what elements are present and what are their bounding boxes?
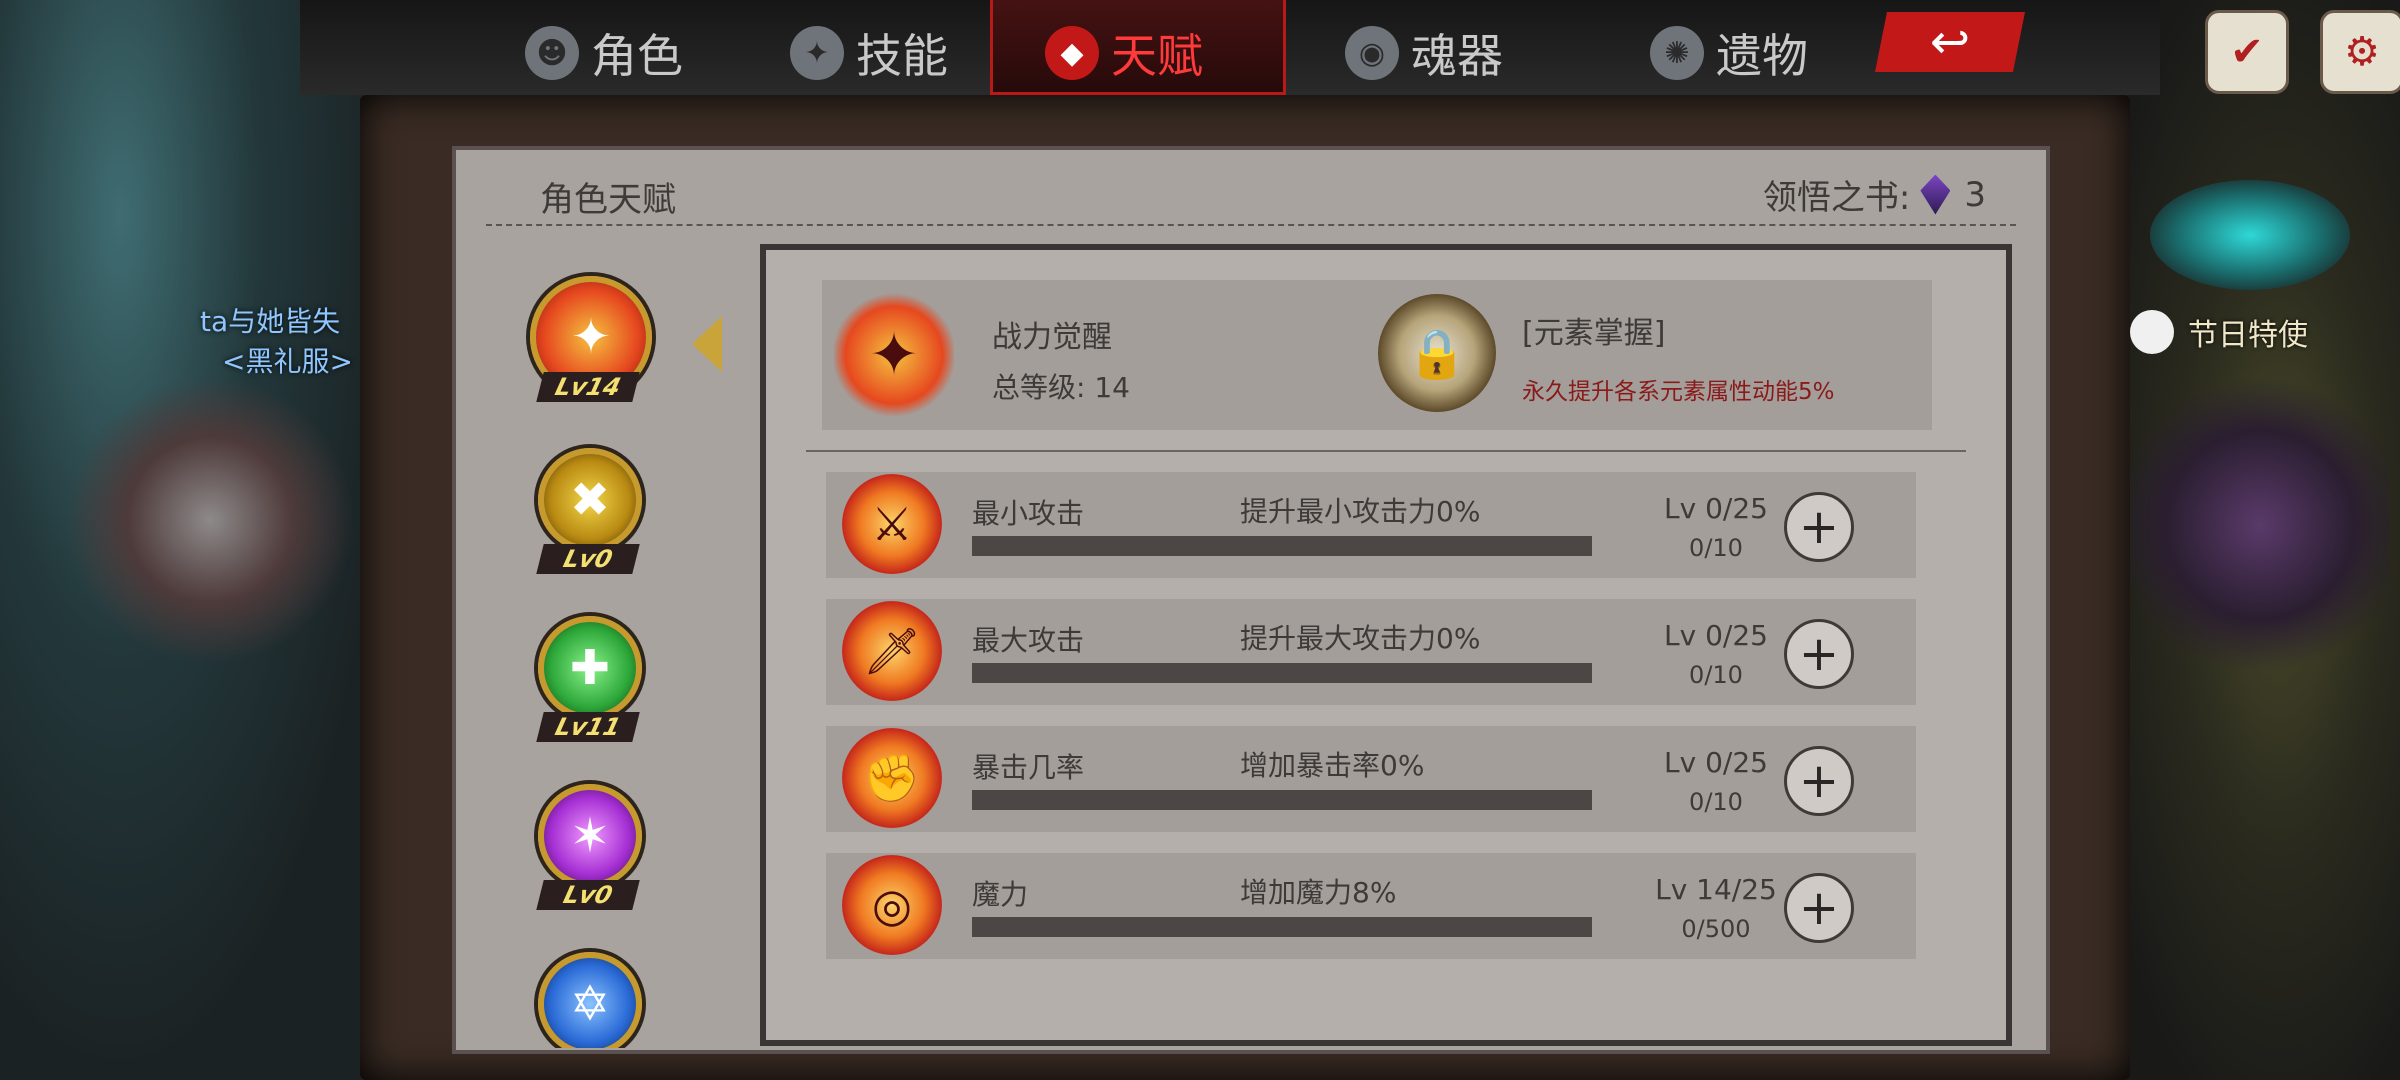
skill-icon: ✦ [790, 26, 844, 80]
stat-level: Lv 0/25 [1664, 746, 1768, 779]
stat-desc: 增加魔力8% [1240, 876, 1397, 909]
element-mastery-desc: 永久提升各系元素属性动能5% [1522, 379, 1835, 405]
stat-progress-bar [972, 536, 1592, 556]
stat-desc: 增加暴击率0% [1240, 749, 1425, 782]
tab-label: 遗物 [1716, 29, 1808, 83]
max-attack-icon: 🗡 [842, 601, 942, 701]
awakening-card: ✦ 战力觉醒 总等级: 14 🔒 [元素掌握] 永久提升各系元素属性动能5% [822, 280, 1932, 430]
upgrade-button[interactable]: + [1784, 746, 1854, 816]
comprehension-book: 领悟之书: 3 [1763, 170, 1986, 219]
panel-title: 角色天赋 [540, 180, 676, 220]
title-divider [486, 224, 2016, 229]
upgrade-button[interactable]: + [1784, 873, 1854, 943]
back-arrow-icon: ↩ [1929, 14, 1971, 70]
min-attack-icon: ⚔ [842, 474, 942, 574]
festival-npc[interactable] [2130, 360, 2390, 690]
crit-icon: ✊ [842, 728, 942, 828]
talent-item-magic[interactable]: ✶ Lv0 [512, 776, 652, 926]
upgrade-button[interactable]: + [1784, 492, 1854, 562]
tab-label: 魂器 [1411, 29, 1503, 83]
blue-star-icon: ✡ [538, 952, 642, 1048]
heal-cross-icon: ✚ [538, 616, 642, 720]
tab-character[interactable]: ☻ 角色 [525, 14, 683, 92]
talent-level: Lv14 [536, 372, 640, 402]
talent-level: Lv0 [536, 880, 640, 910]
festival-envoy[interactable]: 节日特使 [2130, 310, 2308, 354]
upgrade-button[interactable]: + [1784, 619, 1854, 689]
stat-xp: 0/500 [1681, 915, 1751, 943]
stat-name: 暴击几率 [972, 751, 1085, 784]
plus-icon: + [1798, 626, 1840, 682]
book-count: 3 [1964, 174, 1986, 215]
plus-icon: + [1798, 880, 1840, 936]
festival-label: 节日特使 [2188, 318, 2308, 353]
talent-item-blue[interactable]: ✡ [512, 944, 652, 1048]
stat-progress-bar [972, 917, 1592, 937]
stat-xp: 0/10 [1689, 534, 1743, 562]
stat-row: ◎ 魔力 增加魔力8% Lv 14/25 0/500 + [826, 853, 1916, 959]
calendar-icon: ✔ [2230, 29, 2264, 75]
plus-icon: + [1798, 753, 1840, 809]
tab-relic[interactable]: ✺ 遗物 [1650, 14, 1808, 92]
tab-skill[interactable]: ✦ 技能 [790, 14, 948, 92]
stat-level: Lv 0/25 [1664, 619, 1768, 652]
stat-row: ⚔ 最小攻击 提升最小攻击力0% Lv 0/25 0/10 + [826, 472, 1916, 578]
stat-name: 魔力 [972, 878, 1029, 911]
stat-name: 最大攻击 [972, 624, 1085, 657]
stat-desc: 提升最小攻击力0% [1240, 495, 1481, 528]
soul-vessel-icon: ◉ [1345, 26, 1399, 80]
talent-icon: ◆ [1045, 26, 1099, 80]
back-button[interactable]: ↩ [1875, 12, 2025, 72]
book-label: 领悟之书: [1762, 178, 1911, 218]
talent-item-heal[interactable]: ✚ Lv11 [512, 608, 652, 758]
purple-gem-icon [1920, 174, 1951, 215]
element-mastery-title: [元素掌握] [1522, 316, 1666, 351]
talent-list: ✦ Lv14 ✖ Lv0 ✚ Lv11 ✶ Lv0 ✡ [512, 268, 662, 1048]
selected-talent-pointer [692, 316, 722, 372]
magic-star-icon: ✶ [538, 784, 642, 888]
stat-name: 最小攻击 [972, 497, 1085, 530]
relic-icon: ✺ [1650, 26, 1704, 80]
festival-icon [2130, 310, 2174, 354]
stat-progress-bar [972, 790, 1592, 810]
talent-detail: ✦ 战力觉醒 总等级: 14 🔒 [元素掌握] 永久提升各系元素属性动能5% ⚔… [766, 250, 2006, 1040]
gear-icon: ⚙ [2344, 29, 2380, 75]
magic-icon: ◎ [842, 855, 942, 955]
flame-sword-icon: ✦ [834, 290, 954, 420]
scroll-fade [766, 980, 2006, 1040]
stat-progress-bar [972, 663, 1592, 683]
tab-label: 角色 [591, 29, 683, 83]
plus-icon: + [1798, 499, 1840, 555]
talent-level: Lv11 [536, 712, 640, 742]
stat-level: Lv 0/25 [1664, 492, 1768, 525]
talent-item-defense[interactable]: ✖ Lv0 [512, 440, 652, 590]
tab-label: 技能 [856, 29, 948, 83]
tab-talent[interactable]: ◆ 天赋 [1045, 14, 1203, 92]
calendar-button[interactable]: ✔ [2205, 10, 2289, 94]
tab-label: 天赋 [1111, 29, 1203, 83]
character-outfit: <黑礼服> [222, 345, 353, 378]
tab-soul-vessel[interactable]: ◉ 魂器 [1345, 14, 1503, 92]
settings-button[interactable]: ⚙ [2320, 10, 2400, 94]
talent-level: Lv0 [536, 544, 640, 574]
stat-row: 🗡 最大攻击 提升最大攻击力0% Lv 0/25 0/10 + [826, 599, 1916, 705]
stat-row: ✊ 暴击几率 增加暴击率0% Lv 0/25 0/10 + [826, 726, 1916, 832]
portal-decoration [2150, 180, 2350, 290]
stat-xp: 0/10 [1689, 661, 1743, 689]
character-portrait [60, 380, 360, 660]
awakening-level: 总等级: 14 [992, 371, 1130, 404]
stat-level: Lv 14/25 [1655, 873, 1777, 906]
character-icon: ☻ [525, 26, 579, 80]
character-name: ta与她皆失 [200, 305, 341, 338]
talent-item-power[interactable]: ✦ Lv14 [512, 268, 652, 418]
stat-desc: 提升最大攻击力0% [1240, 622, 1481, 655]
shield-cross-icon: ✖ [538, 448, 642, 552]
awakening-title: 战力觉醒 [992, 320, 1112, 355]
section-divider [806, 450, 1966, 452]
talent-panel: 角色天赋 领悟之书: 3 ✦ Lv14 ✖ Lv0 ✚ Lv11 ✶ Lv0 ✡… [456, 150, 2046, 1050]
stat-xp: 0/10 [1689, 788, 1743, 816]
lock-icon: 🔒 [1378, 294, 1496, 412]
